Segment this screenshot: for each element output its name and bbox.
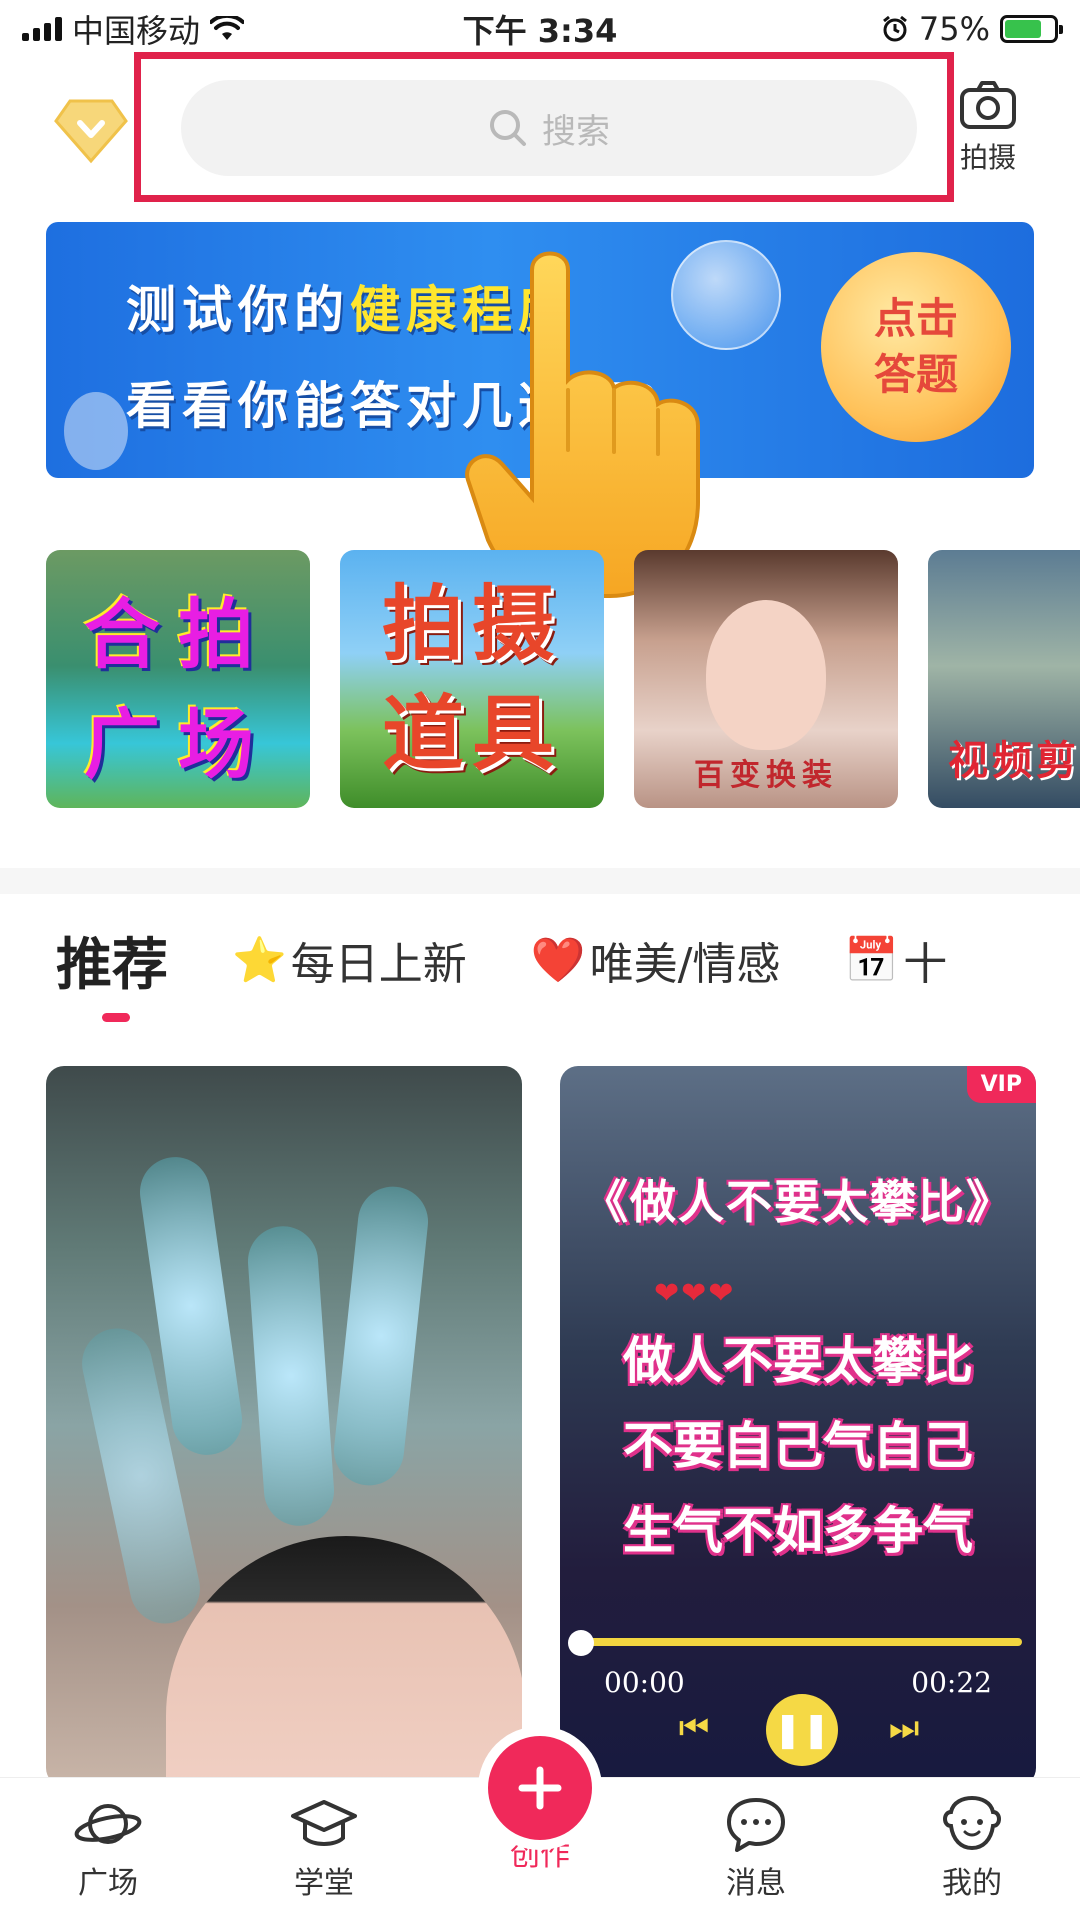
- mask-decoration: [671, 240, 781, 350]
- status-left: 中国移动: [22, 6, 245, 52]
- camera-icon: [960, 81, 1016, 129]
- vip-diamond-icon[interactable]: [54, 95, 128, 165]
- tile-shooting-props[interactable]: 拍摄 道具: [340, 550, 604, 808]
- star-icon: ⭐: [232, 935, 287, 986]
- battery-fill: [1005, 20, 1041, 38]
- tab-aesthetic-emotion[interactable]: ❤️ 唯美/情感: [531, 925, 781, 995]
- feed-card-left[interactable]: [46, 1066, 522, 1786]
- nav-profile[interactable]: 我的: [902, 1796, 1042, 1902]
- banner-cta-line-2: 答题: [873, 350, 958, 399]
- banner-line-1: 测试你的健康程度: [126, 270, 574, 342]
- tab-recommend[interactable]: 推荐: [56, 925, 168, 1022]
- tile-costume-change[interactable]: 百变换装: [634, 550, 898, 808]
- nav-messages-label: 消息: [726, 1866, 786, 1901]
- grass-decoration: [330, 1183, 432, 1489]
- banner-cta-line-1: 点击: [873, 294, 958, 343]
- tab-daily-new[interactable]: ⭐ 每日上新: [232, 925, 467, 995]
- category-tabs: 推荐 ⭐ 每日上新 ❤️ 唯美/情感 📅 十: [56, 925, 1080, 1035]
- grass-decoration: [245, 1223, 337, 1529]
- tile-3-label: 百变换装: [694, 758, 838, 793]
- nav-plaza-label: 广场: [78, 1866, 138, 1901]
- calendar-icon: 📅: [844, 935, 900, 986]
- lyric-line-1: 做人不要太攀比: [623, 1332, 973, 1390]
- card-title: 《做人不要太攀比》: [582, 1175, 1014, 1229]
- alarm-icon: [882, 15, 907, 42]
- graduation-cap-icon: [291, 1800, 357, 1846]
- carrier-label: 中国移动: [72, 12, 201, 50]
- lyric-line-3: 生气不如多争气: [623, 1502, 973, 1560]
- battery-icon: [1000, 15, 1063, 43]
- tab-calendar[interactable]: 📅 十: [844, 925, 947, 995]
- tile-co-shoot-text: 合拍 广场: [46, 580, 310, 800]
- battery-percent: 75%: [918, 10, 990, 48]
- tab-recommend-label: 推荐: [56, 932, 168, 998]
- tile-2-line-2: 道具: [381, 687, 562, 782]
- vip-badge: VIP: [966, 1066, 1036, 1103]
- banner-answer-button[interactable]: 点击 答题: [821, 252, 1011, 442]
- nav-academy-label: 学堂: [294, 1866, 354, 1901]
- quick-entry-row: 合拍 广场 拍摄 道具 百变换装 视频剪: [46, 550, 1080, 810]
- tab-calendar-label: 十: [903, 939, 948, 990]
- banner-line-1-prefix: 测试你的: [126, 281, 350, 339]
- plus-icon: [518, 1766, 562, 1810]
- wifi-icon: [210, 16, 245, 40]
- hearts-decoration: ❤❤❤: [654, 1276, 736, 1311]
- health-quiz-banner[interactable]: 测试你的健康程度 看看你能答对几道题？ 点击 答题: [46, 222, 1034, 478]
- banner-line-1-highlight: 健康程度: [350, 281, 574, 339]
- pause-button[interactable]: ❚❚: [766, 1694, 838, 1766]
- nav-plaza[interactable]: 广场: [38, 1796, 178, 1902]
- tab-aesthetic-label: 唯美/情感: [589, 939, 781, 990]
- smiley-face-icon: [943, 1796, 1001, 1851]
- tile-1-line-1: 合拍: [84, 590, 272, 679]
- tile-1-line-2: 广场: [84, 700, 272, 789]
- status-bar: 中国移动 下午 3:34 75%: [0, 0, 1080, 58]
- portrait-image: [706, 600, 826, 750]
- progress-bar[interactable]: [576, 1638, 1022, 1646]
- nav-messages[interactable]: 消息: [686, 1796, 826, 1902]
- bottle-decoration: [64, 392, 128, 470]
- progress-knob[interactable]: [568, 1630, 594, 1656]
- tile-props-text: 拍摄 道具: [340, 570, 604, 790]
- previous-icon[interactable]: ⏮: [672, 1706, 716, 1750]
- create-button[interactable]: [488, 1736, 592, 1840]
- search-placeholder: 搜索: [542, 111, 610, 152]
- camera-button[interactable]: 拍摄: [948, 80, 1028, 176]
- search-input[interactable]: 搜索: [181, 80, 917, 176]
- next-icon[interactable]: ⏭: [882, 1706, 926, 1750]
- banner-line-2: 看看你能答对几道题？: [126, 377, 686, 435]
- planet-icon: [74, 1804, 142, 1844]
- nav-create-label: 创作: [510, 1838, 570, 1873]
- lyric-line-2: 不要自己气自己: [623, 1417, 973, 1475]
- feed-card-right[interactable]: VIP 《做人不要太攀比》 ❤❤❤ 做人不要太攀比 不要自己气自己 生气不如多争…: [560, 1066, 1036, 1786]
- tab-daily-new-label: 每日上新: [290, 939, 467, 990]
- nav-profile-label: 我的: [942, 1866, 1002, 1901]
- tile-co-shoot-plaza[interactable]: 合拍 广场: [46, 550, 310, 808]
- nav-academy[interactable]: 学堂: [254, 1796, 394, 1902]
- current-time: 00:00: [604, 1666, 685, 1699]
- duration: 00:22: [911, 1666, 992, 1699]
- tile-2-line-1: 拍摄: [381, 577, 562, 672]
- chat-bubble-icon: [727, 1798, 785, 1852]
- status-right: 75%: [881, 10, 1063, 48]
- camera-label: 拍摄: [959, 141, 1016, 174]
- heart-icon: ❤️: [530, 935, 586, 986]
- sleeping-woman-image: [166, 1536, 522, 1786]
- signal-icon: [22, 17, 62, 41]
- search-highlight-box: 搜索: [134, 52, 954, 202]
- search-icon: [490, 110, 526, 146]
- section-divider: [0, 868, 1080, 894]
- tile-4-label: 视频剪: [948, 738, 1080, 784]
- tile-video-edit[interactable]: 视频剪: [928, 550, 1080, 808]
